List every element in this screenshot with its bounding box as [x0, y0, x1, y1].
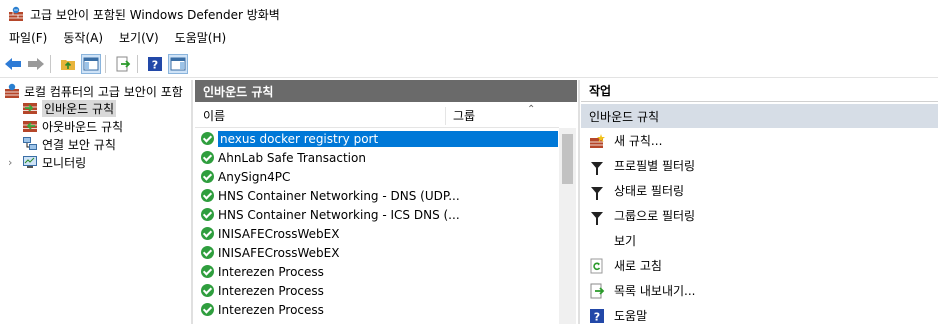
- list-header: 인바운드 규칙: [195, 80, 577, 102]
- action-refresh[interactable]: 새로 고침: [581, 253, 938, 278]
- column-separator[interactable]: [445, 107, 446, 125]
- export-list-icon[interactable]: [113, 54, 133, 74]
- column-headers: 이름 그룹 ⌃: [195, 104, 559, 128]
- list-item[interactable]: INISAFECrossWebEX: [195, 243, 559, 262]
- menu-file[interactable]: 파일(F): [0, 28, 54, 48]
- toolbar-separator: [50, 54, 51, 73]
- list-item[interactable]: HNS Container Networking - DNS (UDP...: [195, 186, 559, 205]
- forward-arrow-icon[interactable]: [26, 54, 46, 74]
- enabled-check-icon: [201, 132, 214, 145]
- action-label: 새로 고침: [614, 259, 662, 273]
- action-label: 상태로 필터링: [614, 184, 685, 198]
- scrollbar-thumb[interactable]: [562, 134, 573, 184]
- list-item[interactable]: nexus docker registry port: [195, 129, 559, 148]
- monitoring-icon: [22, 154, 38, 170]
- enabled-check-icon: [201, 265, 214, 278]
- action-new-rule[interactable]: 새 규칙...: [581, 128, 938, 153]
- tree-item-inbound-rules[interactable]: 인바운드 규칙: [22, 99, 117, 117]
- rules-list-pane: 인바운드 규칙 이름 그룹 ⌃ nexus docker registry po…: [195, 80, 577, 324]
- action-label: 보기: [614, 234, 637, 248]
- list-item[interactable]: AnySign4PC: [195, 167, 559, 186]
- tree-item-label: 인바운드 규칙: [42, 99, 117, 117]
- action-filter-by-group[interactable]: 그룹으로 필터링: [581, 203, 938, 228]
- menu-view[interactable]: 보기(V): [110, 28, 166, 48]
- tree-item-monitoring[interactable]: › 모니터링: [8, 153, 86, 171]
- title-bar: 고급 보안이 포함된 Windows Defender 방화벽: [0, 0, 938, 28]
- show-hide-console-tree-icon[interactable]: [81, 53, 101, 74]
- vertical-scrollbar[interactable]: [559, 128, 576, 324]
- firewall-app-icon: [8, 6, 24, 22]
- action-label: 도움말: [614, 309, 648, 323]
- firewall-root-icon: [4, 83, 20, 99]
- list-item[interactable]: AhnLab Safe Transaction: [195, 148, 559, 167]
- enabled-check-icon: [201, 227, 214, 240]
- sort-up-icon: ⌃: [527, 104, 536, 115]
- toolbar: ?: [0, 50, 938, 78]
- connection-security-icon: [22, 136, 38, 152]
- console-tree: 로컬 컴퓨터의 고급 보안이 포함 인바운드 규칙 아웃바운드 규칙 연결 보안…: [0, 80, 191, 324]
- toolbar-separator: [137, 54, 138, 73]
- toolbar-separator: [105, 54, 106, 73]
- action-help[interactable]: ? 도움말: [581, 303, 938, 324]
- tree-root[interactable]: 로컬 컴퓨터의 고급 보안이 포함: [4, 82, 183, 100]
- window-title: 고급 보안이 포함된 Windows Defender 방화벽: [30, 7, 280, 22]
- enabled-check-icon: [201, 151, 214, 164]
- refresh-icon: [589, 258, 605, 274]
- tree-item-label: 아웃바운드 규칙: [42, 119, 124, 134]
- column-group[interactable]: 그룹: [453, 104, 475, 128]
- new-rule-icon: [589, 133, 605, 149]
- actions-pane: 작업 인바운드 규칙 새 규칙... 프로필별 필터링 상태로 필터링 그룹으로…: [581, 80, 938, 324]
- help-icon: ?: [589, 308, 605, 324]
- action-filter-by-profile[interactable]: 프로필별 필터링: [581, 153, 938, 178]
- inbound-rules-icon: [22, 100, 38, 116]
- enabled-check-icon: [201, 303, 214, 316]
- menu-action[interactable]: 동작(A): [54, 28, 110, 48]
- action-label: 그룹으로 필터링: [614, 209, 696, 223]
- action-view[interactable]: 보기: [581, 228, 938, 253]
- enabled-check-icon: [201, 208, 214, 221]
- filter-icon: [589, 183, 605, 200]
- tree-item-label: 모니터링: [42, 155, 87, 170]
- action-pane-icon[interactable]: [168, 53, 188, 74]
- filter-icon: [589, 158, 605, 175]
- action-export-list[interactable]: 목록 내보내기...: [581, 278, 938, 303]
- column-name[interactable]: 이름: [203, 104, 225, 128]
- tree-item-label: 연결 보안 규칙: [42, 137, 116, 152]
- list-item[interactable]: INISAFECrossWebEX: [195, 224, 559, 243]
- rules-list: nexus docker registry port AhnLab Safe T…: [195, 129, 559, 319]
- action-label: 새 규칙...: [614, 134, 663, 148]
- pane-divider[interactable]: [578, 80, 580, 324]
- folder-up-icon[interactable]: [58, 54, 78, 74]
- enabled-check-icon: [201, 246, 214, 259]
- list-item[interactable]: HNS Container Networking - ICS DNS (...: [195, 205, 559, 224]
- tree-root-label: 로컬 컴퓨터의 고급 보안이 포함: [24, 84, 183, 99]
- outbound-rules-icon: [22, 118, 38, 134]
- expand-chevron-icon[interactable]: ›: [8, 156, 18, 169]
- help-icon[interactable]: ?: [145, 54, 165, 74]
- enabled-check-icon: [201, 189, 214, 202]
- action-label: 목록 내보내기...: [614, 284, 696, 298]
- tree-item-connection-security-rules[interactable]: 연결 보안 규칙: [22, 135, 116, 153]
- actions-header: 작업: [581, 80, 938, 102]
- tree-item-outbound-rules[interactable]: 아웃바운드 규칙: [22, 117, 123, 135]
- action-filter-by-state[interactable]: 상태로 필터링: [581, 178, 938, 203]
- svg-text:?: ?: [152, 58, 158, 71]
- action-label: 프로필별 필터링: [614, 159, 696, 173]
- back-arrow-icon[interactable]: [3, 54, 23, 74]
- export-list-icon: [589, 283, 605, 299]
- pane-divider[interactable]: [191, 80, 193, 324]
- menu-bar: 파일(F) 동작(A) 보기(V) 도움말(H): [0, 28, 938, 48]
- enabled-check-icon: [201, 170, 214, 183]
- enabled-check-icon: [201, 284, 214, 297]
- list-item[interactable]: Interezen Process: [195, 300, 559, 319]
- menu-help[interactable]: 도움말(H): [166, 28, 234, 48]
- filter-icon: [589, 208, 605, 225]
- list-item[interactable]: Interezen Process: [195, 281, 559, 300]
- svg-text:?: ?: [594, 310, 600, 323]
- actions-section-inbound-rules[interactable]: 인바운드 규칙: [581, 104, 938, 128]
- list-item[interactable]: Interezen Process: [195, 262, 559, 281]
